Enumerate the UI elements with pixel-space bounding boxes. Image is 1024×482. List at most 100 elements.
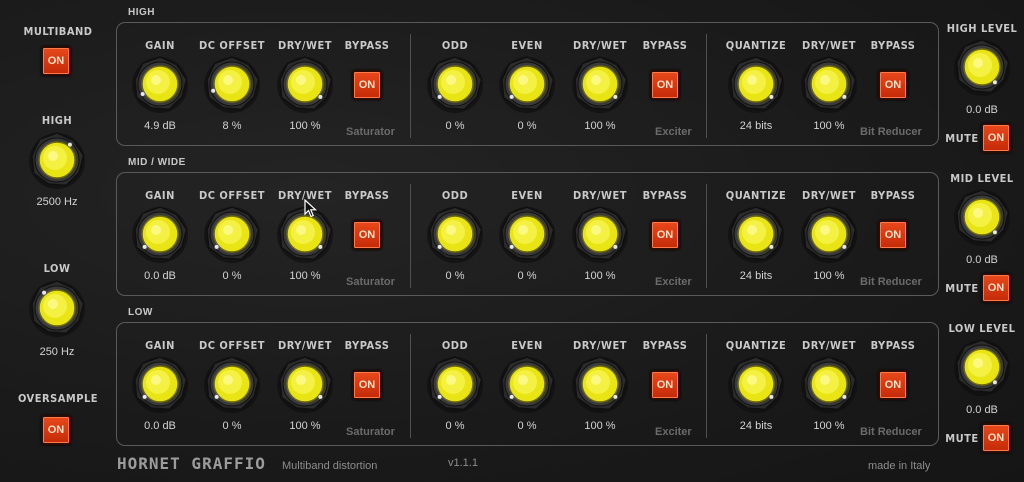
low-gain-knob[interactable] xyxy=(131,355,189,413)
low-level-knob[interactable] xyxy=(953,338,1011,396)
high-saturator-bypass-label: BYPASS xyxy=(344,39,390,52)
low-quantize-knob[interactable] xyxy=(727,355,785,413)
high-quantize-knob[interactable] xyxy=(727,55,785,113)
high-odd-value: 0 % xyxy=(445,120,465,132)
mid-quantize-knob[interactable] xyxy=(727,205,785,263)
mouse-pointer-icon xyxy=(304,199,318,218)
high-saturator-bypass-button[interactable]: ON xyxy=(352,70,382,100)
mid-saturator-name: Saturator xyxy=(346,276,395,288)
low-exciter-drywet-knob[interactable] xyxy=(571,355,629,413)
mid-level-knob[interactable] xyxy=(953,188,1011,246)
mid-saturator-bypass-label: BYPASS xyxy=(344,189,390,202)
high-odd-knob[interactable] xyxy=(426,55,484,113)
plugin-subtitle: Multiband distortion xyxy=(282,460,378,472)
low-saturator-drywet-knob[interactable] xyxy=(276,355,334,413)
high-gain-value: 4.9 dB xyxy=(144,120,176,132)
low-dc-offset-knob[interactable] xyxy=(203,355,261,413)
high-exciter-bypass-button[interactable]: ON xyxy=(650,70,680,100)
mid-bitreducer-bypass-button[interactable]: ON xyxy=(878,220,908,250)
low-exciter-name: Exciter xyxy=(655,426,692,438)
high-exciter-bypass-label: BYPASS xyxy=(642,39,688,52)
mid-bitreducer-bypass-label: BYPASS xyxy=(870,189,916,202)
high-mute-label: MUTE xyxy=(945,132,979,145)
high-exciter-drywet-value: 100 % xyxy=(584,120,616,132)
low-mute-label: MUTE xyxy=(945,432,979,445)
mid-divider-2 xyxy=(706,184,707,288)
mid-gain-knob[interactable] xyxy=(131,205,189,263)
low-divider-2 xyxy=(706,334,707,438)
high-saturator-drywet-knob[interactable] xyxy=(276,55,334,113)
high-quantize-label: QUANTIZE xyxy=(725,39,787,52)
high-crossover-knob[interactable] xyxy=(28,131,86,189)
low-bitreducer-bypass-label: BYPASS xyxy=(870,339,916,352)
low-divider-1 xyxy=(410,334,411,438)
high-divider-1 xyxy=(410,34,411,138)
mid-exciter-drywet-label: DRY/WET xyxy=(573,189,627,202)
high-bitreducer-drywet-knob[interactable] xyxy=(800,55,858,113)
low-saturator-bypass-button[interactable]: ON xyxy=(352,370,382,400)
mid-level-value: 0.0 dB xyxy=(966,254,998,266)
version-label: v1.1.1 xyxy=(448,457,478,469)
mid-saturator-bypass-button[interactable]: ON xyxy=(352,220,382,250)
multiband-toggle-button[interactable]: ON xyxy=(41,46,71,76)
mid-even-value: 0 % xyxy=(517,270,537,282)
high-exciter-drywet-label: DRY/WET xyxy=(573,39,627,52)
low-even-knob[interactable] xyxy=(498,355,556,413)
high-mute-button[interactable]: ON xyxy=(981,123,1011,153)
high-quantize-value: 24 bits xyxy=(739,120,773,132)
oversample-toggle-button[interactable]: ON xyxy=(41,415,71,445)
high-level-knob[interactable] xyxy=(953,38,1011,96)
high-saturator-name: Saturator xyxy=(346,126,395,138)
mid-dc-offset-label: DC OFFSET xyxy=(199,189,265,202)
mid-exciter-name: Exciter xyxy=(655,276,692,288)
high-saturator-drywet-value: 100 % xyxy=(289,120,321,132)
mid-exciter-drywet-knob[interactable] xyxy=(571,205,629,263)
high-bitreducer-name: Bit Reducer xyxy=(860,126,922,138)
mid-even-label: EVEN xyxy=(511,189,543,202)
mid-gain-value: 0.0 dB xyxy=(144,270,176,282)
mid-even-knob[interactable] xyxy=(498,205,556,263)
high-level-label: HIGH LEVEL xyxy=(946,22,1018,35)
low-bitreducer-bypass-button[interactable]: ON xyxy=(878,370,908,400)
low-saturator-drywet-label: DRY/WET xyxy=(278,339,332,352)
low-exciter-bypass-label: BYPASS xyxy=(642,339,688,352)
mid-dc-offset-knob[interactable] xyxy=(203,205,261,263)
mid-level-label: MID LEVEL xyxy=(950,172,1014,185)
high-dc-offset-knob[interactable] xyxy=(203,55,261,113)
low-even-label: EVEN xyxy=(511,339,543,352)
mid-exciter-bypass-button[interactable]: ON xyxy=(650,220,680,250)
multiband-label: MULTIBAND xyxy=(23,25,93,38)
low-exciter-bypass-button[interactable]: ON xyxy=(650,370,680,400)
mid-exciter-drywet-value: 100 % xyxy=(584,270,616,282)
high-bitreducer-drywet-value: 100 % xyxy=(813,120,845,132)
high-level-value: 0.0 dB xyxy=(966,104,998,116)
low-bitreducer-drywet-label: DRY/WET xyxy=(802,339,856,352)
low-gain-value: 0.0 dB xyxy=(144,420,176,432)
mid-odd-knob[interactable] xyxy=(426,205,484,263)
low-gain-label: GAIN xyxy=(145,339,175,352)
mid-bitreducer-drywet-value: 100 % xyxy=(813,270,845,282)
low-saturator-drywet-value: 100 % xyxy=(289,420,321,432)
high-gain-knob[interactable] xyxy=(131,55,189,113)
high-saturator-drywet-label: DRY/WET xyxy=(278,39,332,52)
low-crossover-knob[interactable] xyxy=(28,279,86,337)
high-gain-label: GAIN xyxy=(145,39,175,52)
high-bitreducer-bypass-label: BYPASS xyxy=(870,39,916,52)
low-saturator-name: Saturator xyxy=(346,426,395,438)
low-dc-offset-value: 0 % xyxy=(222,420,242,432)
high-even-knob[interactable] xyxy=(498,55,556,113)
mid-bitreducer-drywet-knob[interactable] xyxy=(800,205,858,263)
low-mute-button[interactable]: ON xyxy=(981,423,1011,453)
mid-bitreducer-drywet-label: DRY/WET xyxy=(802,189,856,202)
mid-exciter-bypass-label: BYPASS xyxy=(642,189,688,202)
mid-bitreducer-name: Bit Reducer xyxy=(860,276,922,288)
low-level-value: 0.0 dB xyxy=(966,404,998,416)
high-exciter-drywet-knob[interactable] xyxy=(571,55,629,113)
mid-mute-label: MUTE xyxy=(945,282,979,295)
low-odd-knob[interactable] xyxy=(426,355,484,413)
mid-mute-button[interactable]: ON xyxy=(981,273,1011,303)
low-bitreducer-drywet-knob[interactable] xyxy=(800,355,858,413)
high-bitreducer-bypass-button[interactable]: ON xyxy=(878,70,908,100)
low-quantize-value: 24 bits xyxy=(739,420,773,432)
low-level-label: LOW LEVEL xyxy=(948,322,1016,335)
